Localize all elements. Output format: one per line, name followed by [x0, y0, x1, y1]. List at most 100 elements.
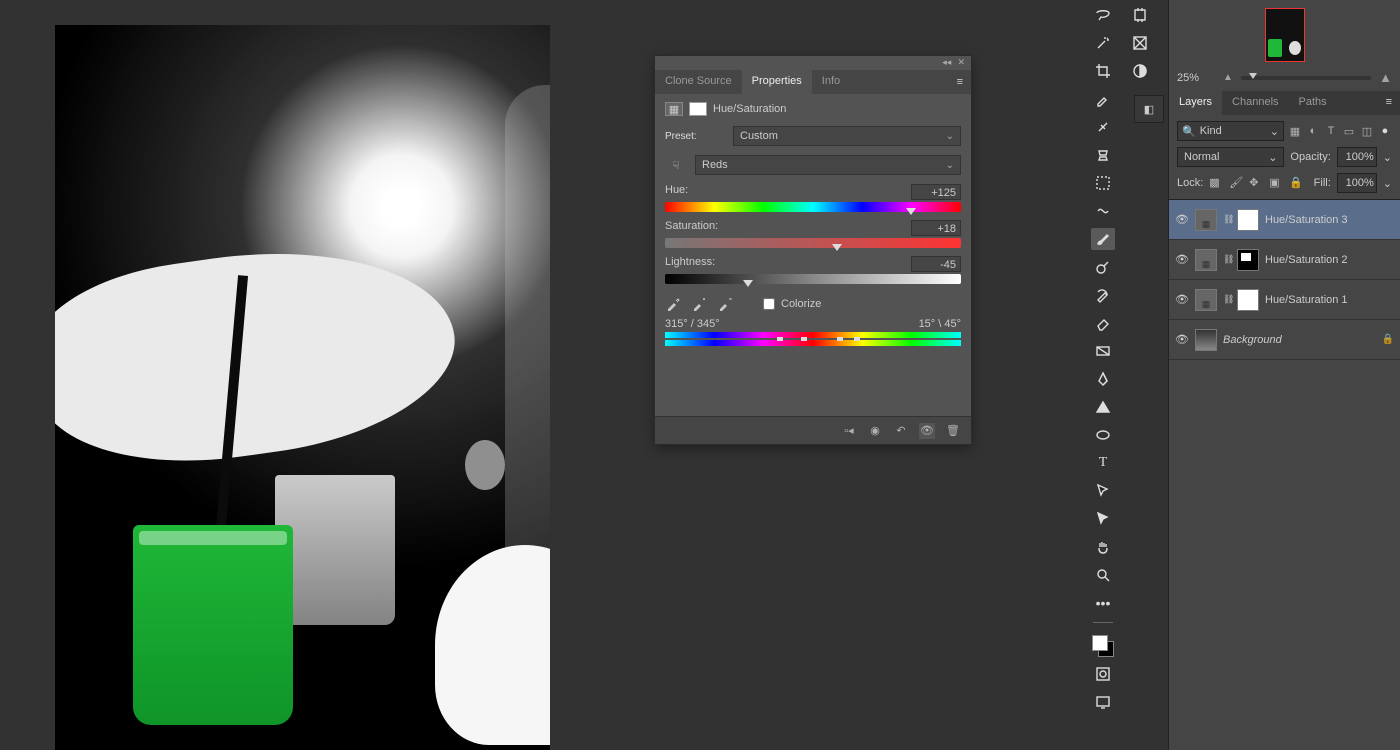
channel-select[interactable]: Reds	[695, 155, 961, 175]
mask-thumb[interactable]	[1237, 289, 1259, 311]
layers-menu-icon[interactable]: ≡	[1378, 91, 1400, 115]
range-marker[interactable]	[777, 337, 783, 341]
navigator-thumbnail[interactable]	[1169, 0, 1400, 70]
tab-paths[interactable]: Paths	[1289, 91, 1337, 115]
crop-tool-icon[interactable]	[1091, 60, 1115, 82]
color-swatch[interactable]	[1092, 635, 1114, 657]
close-panel-icon[interactable]: ✕	[957, 57, 965, 67]
layer-name[interactable]: Background	[1223, 334, 1376, 346]
visibility-eye-icon[interactable]: 👁	[1175, 213, 1189, 226]
tab-channels[interactable]: Channels	[1222, 91, 1288, 115]
layer-row[interactable]: 👁 ▦ ⛓ Hue/Saturation 3	[1169, 200, 1400, 240]
color-range-spectrum[interactable]	[665, 332, 961, 346]
filter-type-icon[interactable]: T	[1324, 124, 1338, 138]
saturation-thumb[interactable]	[832, 244, 842, 251]
hand-tool-icon[interactable]	[1091, 536, 1115, 558]
magic-wand-tool-icon[interactable]	[1091, 32, 1115, 54]
history-brush-tool-icon[interactable]	[1091, 284, 1115, 306]
lock-transparent-icon[interactable]: ▩	[1209, 176, 1223, 190]
type-tool-icon[interactable]: T	[1091, 452, 1115, 474]
shape-triangle-icon[interactable]	[1091, 396, 1115, 418]
visibility-eye-icon[interactable]: 👁	[1175, 293, 1189, 306]
link-icon[interactable]: ⛓	[1223, 214, 1231, 225]
range-marker[interactable]	[854, 337, 860, 341]
layer-kind-filter[interactable]: 🔍 Kind	[1177, 121, 1284, 141]
collapse-panel-icon[interactable]: ◂◂	[942, 57, 951, 67]
layer-row[interactable]: 👁 ▦ ⛓ Hue/Saturation 1	[1169, 280, 1400, 320]
filter-smart-icon[interactable]: ◫	[1360, 124, 1374, 138]
zoom-out-mountain-icon[interactable]: ▲	[1223, 72, 1233, 83]
frame-tool-icon[interactable]	[1128, 32, 1152, 54]
direct-select-tool-icon[interactable]	[1091, 508, 1115, 530]
hue-slider[interactable]	[665, 202, 961, 212]
lightness-thumb[interactable]	[743, 280, 753, 287]
document-canvas[interactable]	[55, 25, 550, 750]
view-previous-icon[interactable]: ◉	[867, 423, 883, 439]
zoom-tool-icon[interactable]	[1091, 564, 1115, 586]
tab-layers[interactable]: Layers	[1169, 91, 1222, 115]
collapsed-panel-icon[interactable]: ◧	[1134, 95, 1164, 123]
lasso-tool-icon[interactable]	[1091, 4, 1115, 26]
lock-position-icon[interactable]: ✥	[1249, 176, 1263, 190]
mask-thumb[interactable]	[1237, 249, 1259, 271]
saturation-value[interactable]: +18	[911, 220, 961, 236]
filter-adjust-icon[interactable]: ◐	[1306, 124, 1320, 138]
artboard-tool-icon[interactable]	[1128, 4, 1152, 26]
smudge-tool-icon[interactable]	[1091, 200, 1115, 222]
zoom-value[interactable]: 25%	[1177, 72, 1215, 84]
tab-clone-source[interactable]: Clone Source	[655, 70, 742, 94]
zoom-slider[interactable]	[1241, 76, 1371, 80]
eyedropper-minus-icon[interactable]	[717, 296, 733, 312]
lightness-value[interactable]: -45	[911, 256, 961, 272]
path-select-tool-icon[interactable]	[1091, 480, 1115, 502]
clip-to-layer-icon[interactable]: ▫◂	[841, 423, 857, 439]
range-marker[interactable]	[837, 337, 843, 341]
opacity-chevron-icon[interactable]: ⌄	[1383, 151, 1392, 164]
lock-paint-icon[interactable]: 🖌	[1229, 176, 1243, 190]
delete-adjustment-icon[interactable]: 🗑	[945, 423, 961, 439]
pen-tool-icon[interactable]	[1091, 368, 1115, 390]
visibility-eye-icon[interactable]: 👁	[1175, 333, 1189, 346]
filter-pixel-icon[interactable]: ▦	[1288, 124, 1302, 138]
hue-thumb[interactable]	[906, 208, 916, 215]
filter-shape-icon[interactable]: ▭	[1342, 124, 1356, 138]
blend-mode-select[interactable]: Normal	[1177, 147, 1284, 167]
contrast-circle-icon[interactable]	[1128, 60, 1152, 82]
reset-icon[interactable]: ↶	[893, 423, 909, 439]
layer-name[interactable]: Hue/Saturation 1	[1265, 294, 1394, 306]
eyedropper-icon[interactable]	[665, 296, 681, 312]
range-marker[interactable]	[801, 337, 807, 341]
quick-mask-icon[interactable]	[1091, 663, 1115, 685]
layer-name[interactable]: Hue/Saturation 3	[1265, 214, 1394, 226]
brush-tool-icon[interactable]	[1091, 228, 1115, 250]
screen-mode-icon[interactable]	[1091, 691, 1115, 713]
gradient-tool-icon[interactable]	[1091, 340, 1115, 362]
targeted-adjust-icon[interactable]: ☟	[665, 154, 687, 176]
preset-select[interactable]: Custom	[733, 126, 961, 146]
fill-chevron-icon[interactable]: ⌄	[1383, 177, 1392, 190]
marquee-tool-icon[interactable]	[1091, 172, 1115, 194]
lock-artboard-icon[interactable]: ▣	[1269, 176, 1283, 190]
tab-properties[interactable]: Properties	[742, 70, 812, 94]
mask-thumb-icon[interactable]	[689, 102, 707, 116]
shape-ellipse-icon[interactable]	[1091, 424, 1115, 446]
eraser-tool-icon[interactable]	[1091, 312, 1115, 334]
layer-row[interactable]: 👁 ▦ ⛓ Hue/Saturation 2	[1169, 240, 1400, 280]
zoom-in-mountain-icon[interactable]: ▲	[1379, 70, 1392, 85]
layer-name[interactable]: Hue/Saturation 2	[1265, 254, 1394, 266]
fill-field[interactable]: 100%	[1337, 173, 1377, 193]
saturation-slider[interactable]	[665, 238, 961, 248]
hue-value[interactable]: +125	[911, 184, 961, 200]
lightness-slider[interactable]	[665, 274, 961, 284]
visibility-eye-icon[interactable]: 👁	[1175, 253, 1189, 266]
more-tools-icon[interactable]: •••	[1091, 592, 1115, 614]
layer-row-background[interactable]: 👁 Background 🔒	[1169, 320, 1400, 360]
healing-brush-tool-icon[interactable]	[1091, 116, 1115, 138]
opacity-field[interactable]: 100%	[1337, 147, 1377, 167]
mask-thumb[interactable]	[1237, 209, 1259, 231]
panel-menu-icon[interactable]: ≡	[949, 70, 971, 94]
filter-toggle-icon[interactable]: ●	[1378, 124, 1392, 138]
dodge-tool-icon[interactable]	[1091, 256, 1115, 278]
tab-info[interactable]: Info	[812, 70, 850, 94]
link-icon[interactable]: ⛓	[1223, 254, 1231, 265]
